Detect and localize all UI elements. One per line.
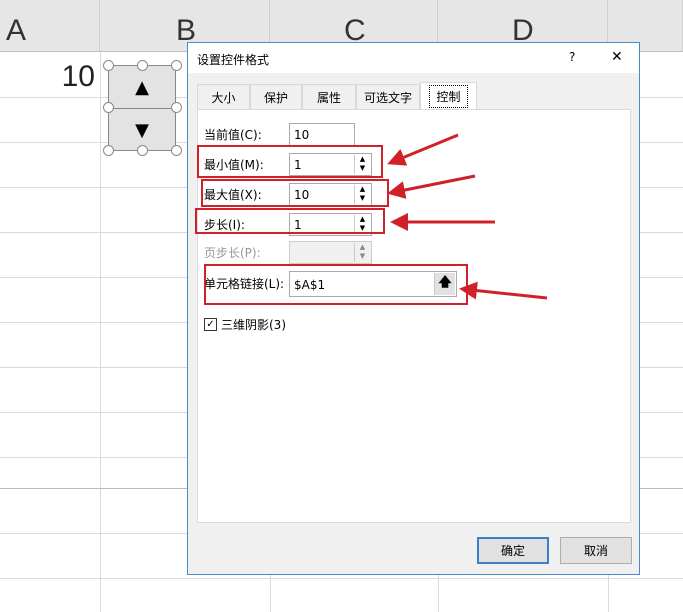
annotation-arrows xyxy=(387,133,548,300)
arrow-icon xyxy=(459,281,548,300)
arrow-icon xyxy=(387,174,476,199)
arrow-icon xyxy=(387,133,459,166)
